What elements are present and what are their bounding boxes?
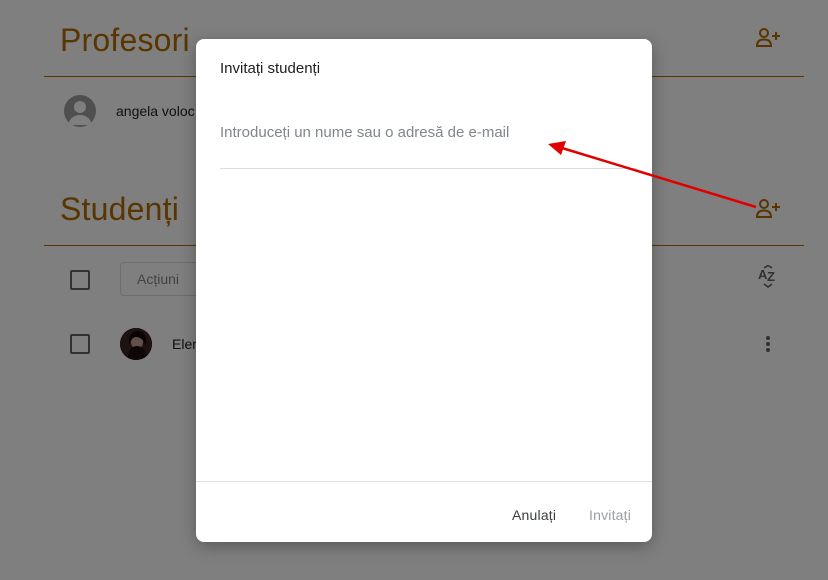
invite-email-input[interactable] <box>220 115 636 169</box>
dialog-title: Invitați studenți <box>220 60 321 77</box>
class-people-page: Profesori angela voloc Studenți Acțiuni … <box>0 0 828 580</box>
cancel-button[interactable]: Anulați <box>512 507 556 523</box>
invite-students-dialog: Invitați studenți Anulați Invitați <box>196 39 652 542</box>
invite-button[interactable]: Invitați <box>589 507 631 523</box>
dialog-footer-divider <box>196 481 652 482</box>
